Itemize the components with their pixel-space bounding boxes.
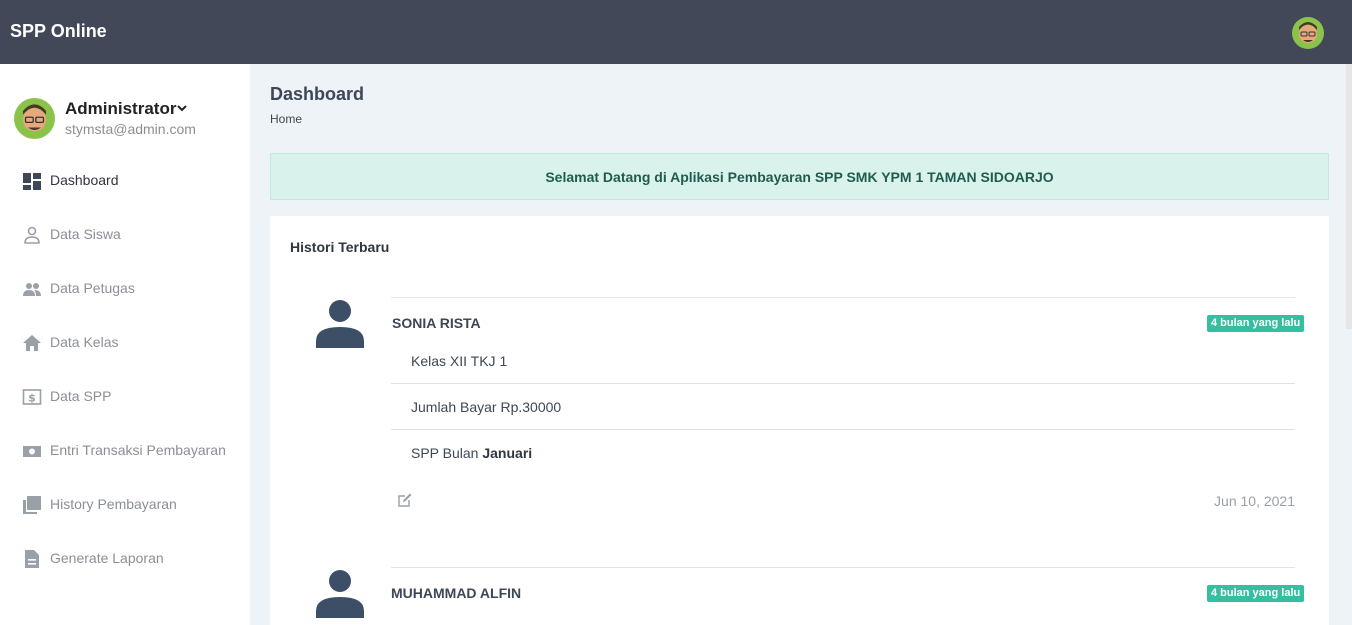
profile-name[interactable]: Administrator: [65, 99, 176, 119]
top-navbar: SPP Online: [0, 0, 1352, 64]
profile-avatar-icon: [14, 98, 55, 139]
sidebar-item-label: Data Siswa: [50, 226, 121, 242]
payment-date: Jun 10, 2021: [1214, 493, 1295, 509]
jumlah-text: Jumlah Bayar Rp.30000: [411, 399, 562, 415]
time-badge: 4 bulan yang lalu: [1207, 585, 1305, 602]
history-title: Histori Terbaru: [290, 239, 390, 255]
library-icon: [23, 496, 41, 514]
history-card: Histori Terbaru SONIA RISTA 4 bulan yang…: [270, 216, 1329, 625]
student-name: MUHAMMAD ALFIN: [391, 585, 522, 601]
sidebar-item-label: History Pembayaran: [50, 496, 177, 512]
person-icon: [316, 570, 364, 618]
sidebar-item-generate-laporan[interactable]: Generate Laporan: [0, 539, 250, 579]
sidebar-item-data-petugas[interactable]: Data Petugas: [0, 269, 250, 309]
profile-email: stymsta@admin.com: [65, 121, 196, 137]
sidebar-item-label: Data Kelas: [50, 334, 119, 350]
sidebar-item-data-kelas[interactable]: Data Kelas: [0, 323, 250, 363]
divider: [391, 567, 1295, 568]
sidebar: Administrator stymsta@admin.com Dashboar…: [0, 64, 250, 625]
scrollbar[interactable]: [1346, 64, 1352, 329]
time-badge: 4 bulan yang lalu: [1207, 315, 1305, 332]
sidebar-item-label: Data Petugas: [50, 280, 135, 296]
spp-text: SPP Bulan Januari: [411, 445, 532, 461]
document-icon: [25, 550, 39, 568]
sidebar-item-label: Data SPP: [50, 388, 112, 404]
spp-month: Januari: [482, 445, 533, 461]
money-icon: $: [22, 389, 42, 405]
spp-prefix: SPP Bulan: [411, 445, 479, 461]
sidebar-item-data-spp[interactable]: $ Data SPP: [0, 377, 250, 417]
welcome-alert: Selamat Datang di Aplikasi Pembayaran SP…: [270, 153, 1329, 200]
home-icon: [23, 335, 41, 351]
edit-icon[interactable]: [397, 492, 413, 508]
kelas-text: Kelas XII TKJ 1: [411, 353, 508, 369]
people-icon: [23, 283, 41, 296]
sidebar-item-dashboard[interactable]: Dashboard: [0, 161, 250, 201]
breadcrumb[interactable]: Home: [270, 112, 302, 126]
sidebar-item-label: Generate Laporan: [50, 550, 164, 566]
sidebar-item-entri-transaksi[interactable]: Entri Transaksi Pembayaran: [0, 431, 250, 471]
user-avatar-icon[interactable]: [1292, 17, 1324, 49]
svg-text:$: $: [28, 392, 36, 405]
dashboard-icon: [23, 173, 41, 190]
sidebar-item-label: Entri Transaksi Pembayaran: [50, 442, 226, 458]
cash-icon: [23, 446, 41, 457]
divider: [391, 297, 1295, 298]
person-icon: [24, 226, 40, 244]
person-icon: [316, 300, 364, 348]
chevron-down-icon[interactable]: [176, 102, 188, 114]
sidebar-item-data-siswa[interactable]: Data Siswa: [0, 215, 250, 255]
student-name: SONIA RISTA: [392, 315, 481, 331]
page-title: Dashboard: [270, 84, 365, 104]
app-brand[interactable]: SPP Online: [10, 21, 107, 42]
sidebar-item-history-pembayaran[interactable]: History Pembayaran: [0, 485, 250, 525]
divider: [391, 383, 1295, 384]
divider: [391, 429, 1295, 430]
sidebar-item-label: Dashboard: [50, 172, 119, 188]
